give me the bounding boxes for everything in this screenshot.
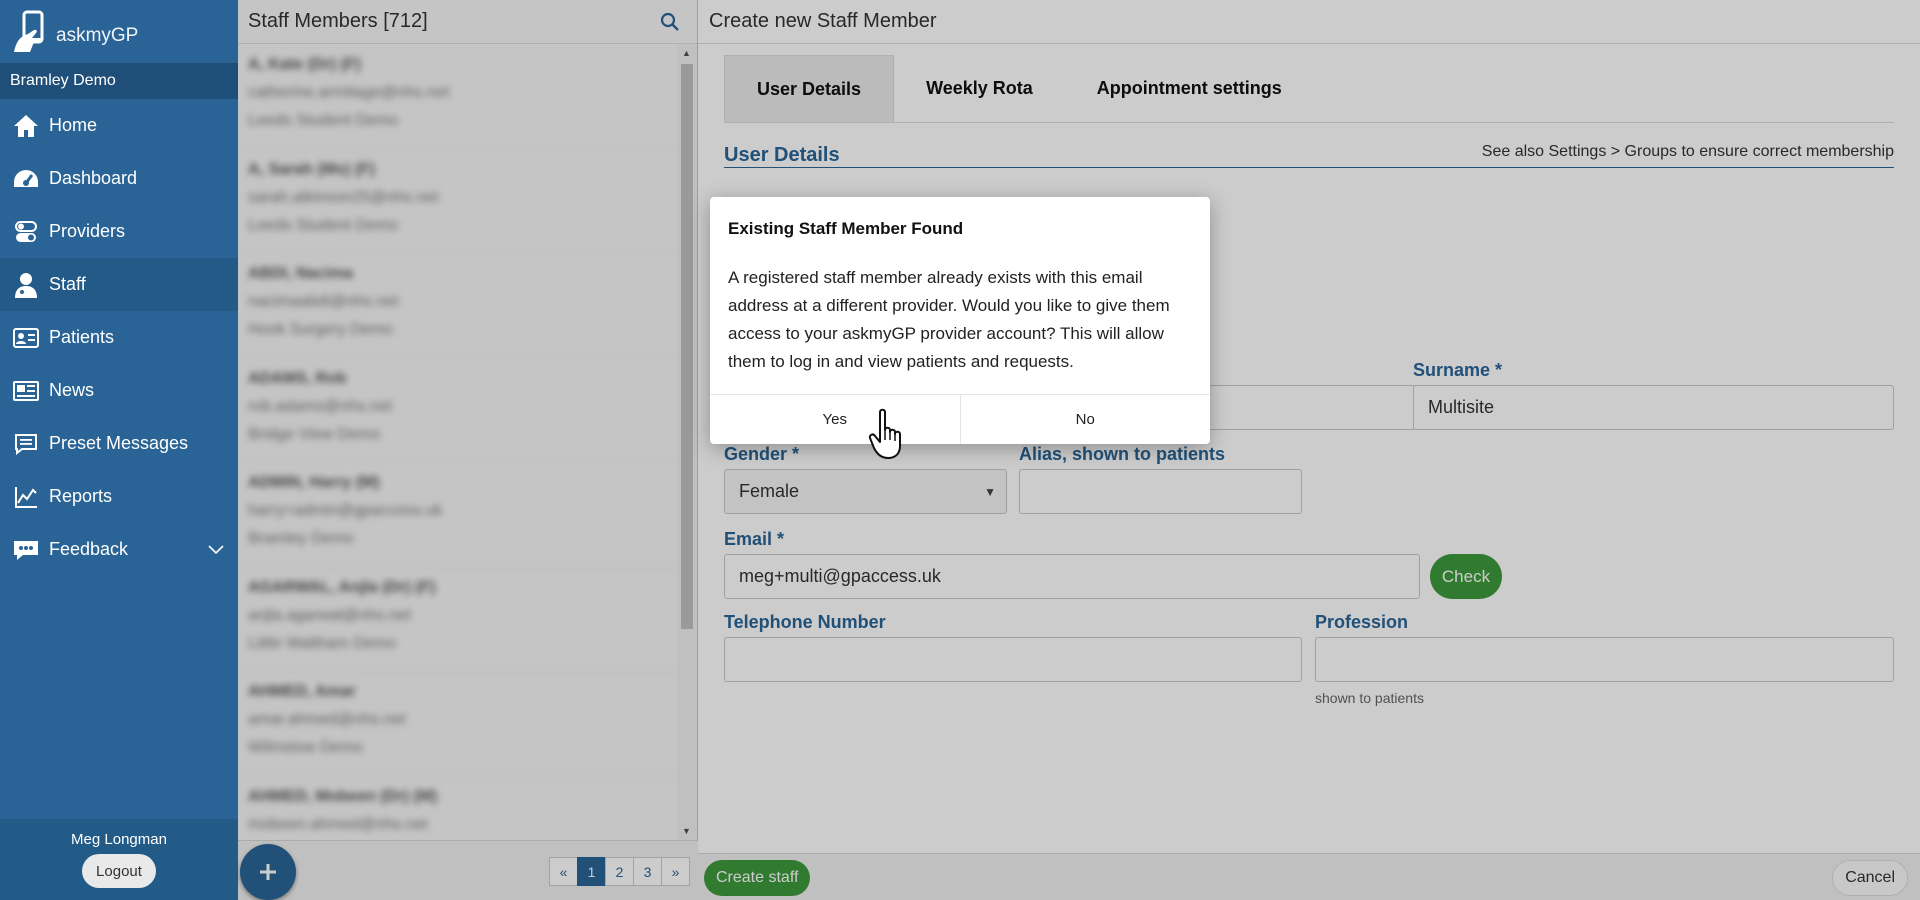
nav-label: Patients — [49, 327, 115, 347]
home-icon — [12, 113, 40, 139]
nav-label: Feedback — [49, 539, 129, 559]
nav-item-preset-messages[interactable]: Preset Messages — [0, 417, 238, 470]
toggle-icon — [12, 219, 40, 245]
nav-label: Dashboard — [49, 168, 138, 188]
logo-text: askmyGP — [56, 24, 139, 46]
nav-item-patients[interactable]: Patients — [0, 311, 238, 364]
dialog-message: A registered staff member already exists… — [728, 268, 1170, 371]
nav-label: Reports — [49, 486, 113, 506]
staff-icon — [12, 272, 40, 298]
modal-backdrop[interactable] — [238, 0, 1920, 900]
logo[interactable]: askmyGP — [0, 0, 238, 63]
practice-name[interactable]: Bramley Demo — [0, 63, 238, 99]
nav-item-staff[interactable]: Staff — [0, 258, 238, 311]
nav-item-dashboard[interactable]: Dashboard — [0, 152, 238, 205]
chart-icon — [12, 484, 40, 510]
nav-label: Providers — [49, 221, 126, 241]
user-panel: Meg Longman Logout — [0, 819, 238, 900]
newspaper-icon — [12, 378, 40, 404]
nav-item-reports[interactable]: Reports — [0, 470, 238, 523]
existing-staff-dialog: Existing Staff Member Found A registered… — [710, 197, 1210, 444]
logout-button[interactable]: Logout — [82, 854, 156, 888]
dashboard-icon — [12, 166, 40, 192]
nav-label: Preset Messages — [49, 433, 189, 453]
main-nav: Home Dashboard Providers Staff Patients — [0, 99, 238, 576]
nav-item-home[interactable]: Home — [0, 99, 238, 152]
chat-icon — [12, 431, 40, 457]
nav-item-feedback[interactable]: Feedback — [0, 523, 238, 576]
user-name: Meg Longman — [71, 831, 167, 848]
no-button[interactable]: No — [959, 395, 1211, 444]
nav-label: Home — [49, 115, 98, 135]
feedback-icon — [12, 537, 40, 563]
dialog-title: Existing Staff Member Found — [728, 219, 964, 238]
id-card-icon — [12, 325, 40, 351]
nav-label: Staff — [49, 274, 86, 294]
sidebar: askmyGP Bramley Demo Home Dashboard Prov… — [0, 0, 238, 900]
nav-item-providers[interactable]: Providers — [0, 205, 238, 258]
chevron-down-icon[interactable] — [208, 539, 224, 560]
yes-button[interactable]: Yes — [710, 395, 960, 444]
hand-cursor-icon — [868, 408, 908, 460]
nav-label: News — [49, 380, 95, 400]
logo-phone-icon — [10, 10, 54, 54]
nav-item-news[interactable]: News — [0, 364, 238, 417]
dialog-actions: Yes No — [710, 394, 1210, 444]
